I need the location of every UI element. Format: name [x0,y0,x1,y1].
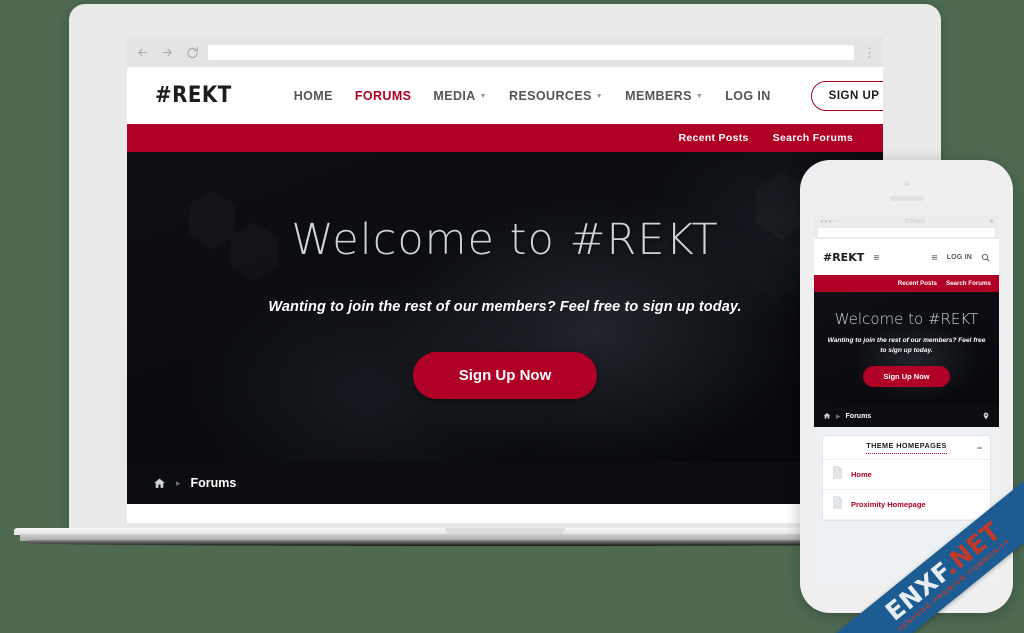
site-brand-logo[interactable]: #REKT [155,83,232,108]
site-header: #REKT HOME FORUMS MEDIA ▼ RESOURCES ▼ ME… [127,67,883,124]
breadcrumb-separator: ▸ [176,477,181,488]
theme-homepages-title: THEME HOMEPAGES [866,441,947,454]
phone-hero-banner: Welcome to #REKT Wanting to join the res… [814,292,999,405]
list-item[interactable]: Home [823,460,990,490]
phone-breadcrumb: ▸ Forums [823,407,871,425]
nav-item-login[interactable]: LOG IN [725,89,770,103]
secondary-navigation: Recent Posts Search Forums [127,124,883,152]
nav-item-label: RESOURCES [509,88,592,103]
nav-item-forums[interactable]: FORUMS [355,89,412,103]
phone-camera-icon [904,181,909,186]
nav-item-label: MEDIA [433,88,476,103]
phone-subnav-item-recent-posts[interactable]: Recent Posts [898,280,937,287]
phone-status-time: 5:50pm [905,218,926,225]
list-item-label: Proximity Homepage [851,500,926,509]
nav-item-label: MEMBERS [625,88,692,103]
search-icon[interactable] [981,253,990,262]
hamburger-nav-icon[interactable] [931,248,938,266]
nav-item-media[interactable]: MEDIA ▼ [433,89,487,103]
browser-url-input[interactable] [208,44,854,60]
chevron-down-icon: ▼ [595,93,604,100]
phone-breadcrumb-current[interactable]: Forums [846,413,872,420]
phone-url-input[interactable] [818,228,995,237]
nav-item-home[interactable]: HOME [294,89,333,103]
phone-subnav-item-search-forums[interactable]: Search Forums [946,280,991,287]
phone-hero-title: Welcome to #REKT [834,309,979,328]
nav-item-label: LOG IN [725,88,771,103]
arrow-left-icon[interactable] [135,45,149,59]
breadcrumb-bar: ▸ Forums [127,462,883,504]
map-pin-icon[interactable] [982,407,990,425]
kebab-menu-icon[interactable]: ⋮ [863,46,876,59]
chevron-down-icon: ▼ [695,93,704,100]
breadcrumb: ▸ Forums [153,476,236,490]
subnav-item-search-forums[interactable]: Search Forums [773,132,853,144]
main-navigation: HOME FORUMS MEDIA ▼ RESOURCES ▼ MEMBERS … [294,80,883,111]
browser-chrome: ⋮ [127,37,883,67]
phone-browser-urlrow [814,228,999,239]
hamburger-menu-icon[interactable] [873,248,880,266]
theme-homepages-card: THEME HOMEPAGES − Home Proximity Homepag… [822,435,991,521]
subnav-item-recent-posts[interactable]: Recent Posts [679,132,749,144]
phone-status-bar: ●●●○○ 5:50pm ■ [814,215,999,228]
document-icon [832,465,843,484]
phone-secondary-navigation: Recent Posts Search Forums [814,275,999,292]
list-item[interactable]: Proximity Homepage [823,490,990,520]
reload-icon[interactable] [185,45,199,59]
nav-item-label: FORUMS [354,88,412,103]
phone-breadcrumb-bar: ▸ Forums [814,405,999,427]
nav-item-label: HOME [293,88,333,103]
sign-up-button[interactable]: SIGN UP [810,80,883,111]
browser-nav-icons [135,45,199,59]
list-item-label: Home [851,470,872,479]
hero-title: Welcome to #REKT [291,215,719,265]
phone-hero-sign-up-now-button[interactable]: Sign Up Now [863,366,950,388]
phone-site-brand-logo[interactable]: #REKT [823,251,864,264]
laptop-screen: ⋮ #REKT HOME FORUMS MEDIA ▼ RESOURCES ▼ … [127,37,883,523]
breadcrumb-separator: ▸ [836,410,841,421]
hero-sign-up-now-button[interactable]: Sign Up Now [412,352,598,399]
battery-icon: ■ [989,218,993,225]
collapse-minus-icon[interactable]: − [977,443,982,453]
document-icon [832,495,843,514]
breadcrumb-current[interactable]: Forums [191,476,237,490]
screenshot-stage: ⋮ #REKT HOME FORUMS MEDIA ▼ RESOURCES ▼ … [0,0,1024,633]
nav-item-members[interactable]: MEMBERS ▼ [625,89,703,103]
phone-login-button[interactable]: LOG IN [947,254,972,261]
signal-strength-icon: ●●●○○ [820,218,842,225]
nav-item-resources[interactable]: RESOURCES ▼ [509,89,603,103]
home-icon[interactable] [153,477,166,490]
home-icon[interactable] [823,407,831,425]
chevron-down-icon: ▼ [479,93,488,100]
hero-subtitle: Wanting to join the rest of our members?… [268,299,742,315]
phone-speaker-grille [889,196,924,201]
theme-homepages-card-header: THEME HOMEPAGES − [823,436,990,460]
hero-banner: Welcome to #REKT Wanting to join the res… [127,152,883,462]
phone-hero-subtitle: Wanting to join the rest of our members?… [827,336,986,354]
hexagon-decoration-left [175,180,305,300]
arrow-right-icon[interactable] [160,45,174,59]
phone-site-header: #REKT LOG IN [814,239,999,275]
